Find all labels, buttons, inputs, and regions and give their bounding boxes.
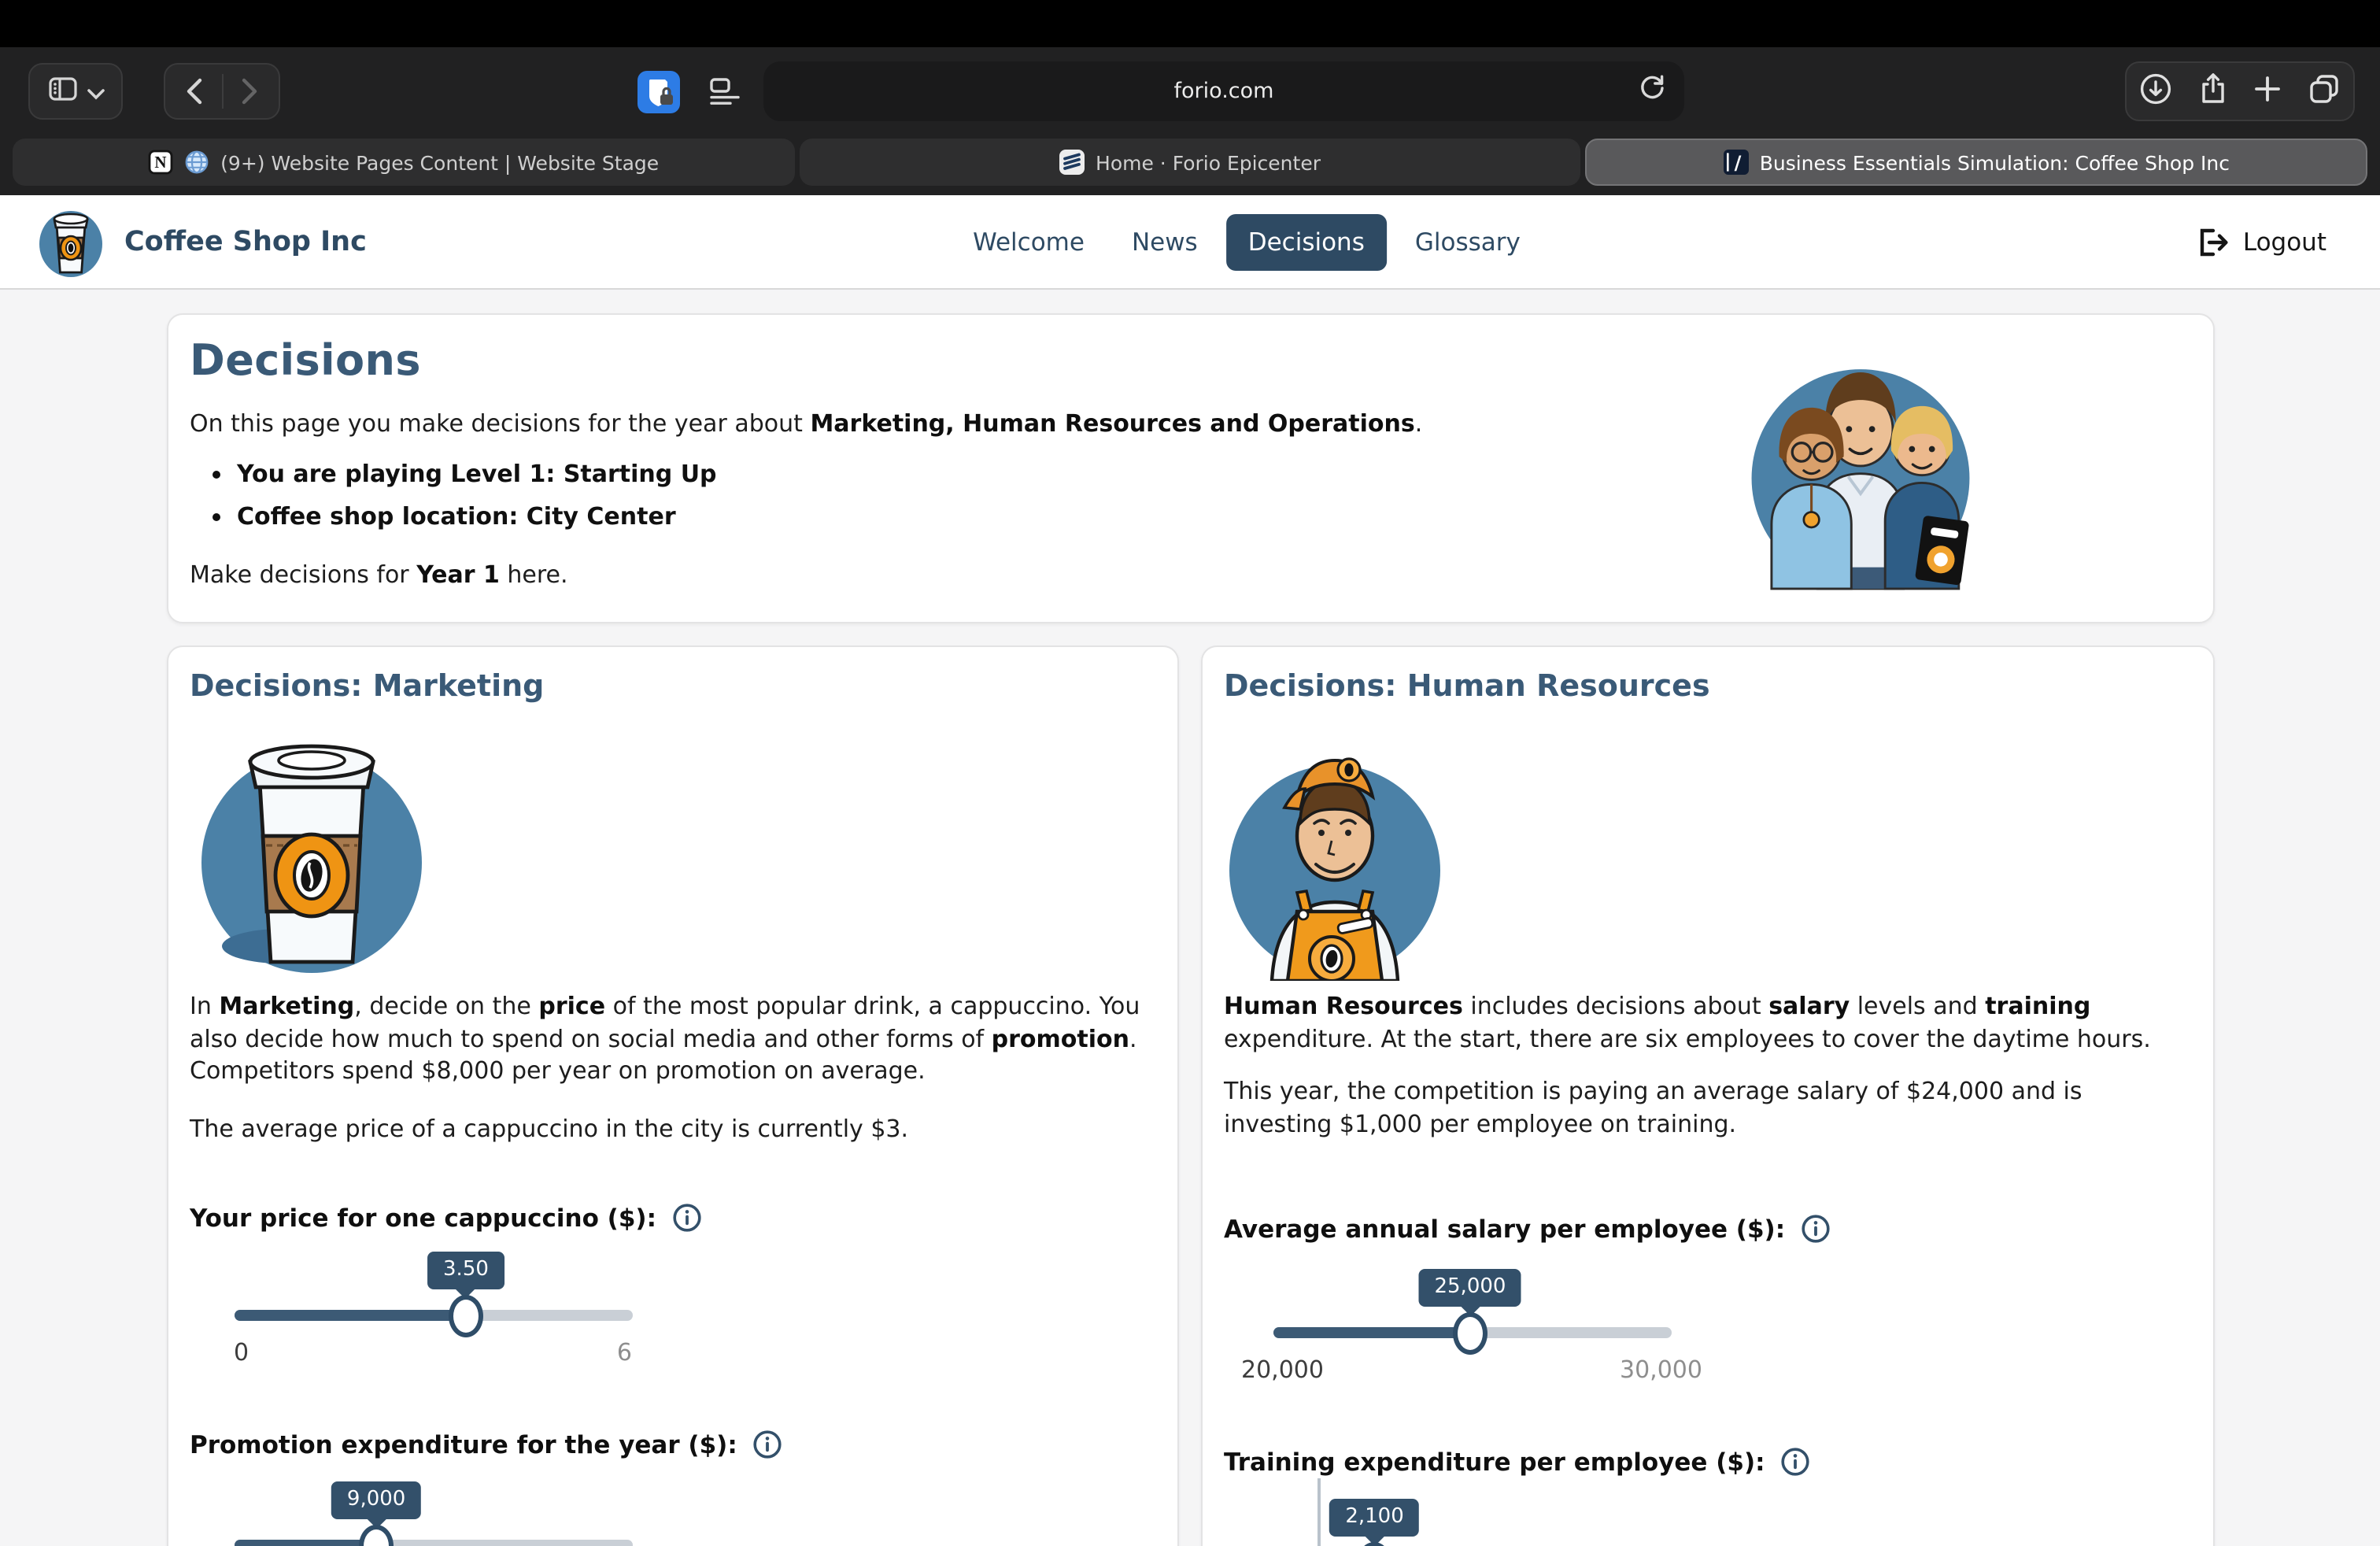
svg-text:/: / bbox=[1734, 152, 1741, 174]
tab-simulation-active[interactable]: / Business Essentials Simulation: Coffee… bbox=[1586, 139, 2367, 186]
tab-strip: N (9+) Website Pages Content | Website S… bbox=[0, 135, 2380, 195]
forio-icon bbox=[1059, 150, 1085, 175]
main-nav: Welcome News Decisions Glossary bbox=[954, 213, 1539, 270]
range-max: 6 bbox=[617, 1338, 632, 1367]
decision-cards-row: Decisions: Marketing In Marketing, decid… bbox=[166, 645, 2214, 1546]
browser-toolbar: forio.com bbox=[0, 47, 2380, 135]
macos-menubar bbox=[0, 0, 2380, 47]
forward-button[interactable] bbox=[223, 65, 279, 118]
salary-slider-thumb[interactable] bbox=[1453, 1311, 1488, 1354]
marketing-card: Decisions: Marketing In Marketing, decid… bbox=[166, 645, 1178, 1546]
slider-tooltip-row: 3.50 bbox=[234, 1252, 632, 1300]
nav-welcome[interactable]: Welcome bbox=[954, 213, 1103, 270]
logout-label: Logout bbox=[2243, 227, 2326, 256]
nav-glossary[interactable]: Glossary bbox=[1396, 213, 1539, 270]
new-tab-button[interactable] bbox=[2253, 73, 2283, 109]
price-slider-thumb[interactable] bbox=[449, 1294, 483, 1337]
screen: forio.com N (9+) Websit bbox=[0, 0, 2380, 1546]
price-label-text: Your price for one cappuccino ($): bbox=[190, 1204, 656, 1232]
logout-icon bbox=[2196, 226, 2229, 257]
marketing-paragraph-2: The average price of a cappuccino in the… bbox=[190, 1112, 1155, 1145]
range-min: 20,000 bbox=[1241, 1356, 1324, 1384]
sidebar-icon bbox=[46, 73, 78, 109]
slider-fill bbox=[1273, 1327, 1470, 1338]
salary-tooltip: 25,000 bbox=[1418, 1269, 1521, 1307]
training-label-text: Training expenditure per employee ($): bbox=[1224, 1448, 1765, 1476]
range-min: 0 bbox=[234, 1338, 249, 1367]
globe-icon bbox=[184, 150, 209, 175]
marketing-title: Decisions: Marketing bbox=[190, 669, 1155, 704]
hr-paragraph-2: This year, the competition is paying an … bbox=[1224, 1075, 2190, 1140]
price-slider-track[interactable] bbox=[234, 1310, 632, 1321]
coffee-shop-logo bbox=[38, 205, 104, 278]
promotion-label-text: Promotion expenditure for the year ($): bbox=[190, 1430, 737, 1459]
decisions-intro-card: Decisions On this page you make decision… bbox=[166, 313, 2214, 623]
info-icon[interactable] bbox=[672, 1203, 702, 1233]
slider-tooltip-row: 9,000 bbox=[234, 1481, 632, 1530]
logout-button[interactable]: Logout bbox=[2196, 226, 2326, 257]
address-bar[interactable]: forio.com bbox=[763, 61, 1684, 121]
reload-icon[interactable] bbox=[1639, 72, 1665, 110]
tab-overview-button[interactable] bbox=[2308, 72, 2341, 111]
url-text: forio.com bbox=[1174, 79, 1274, 104]
salary-slider-track[interactable] bbox=[1273, 1327, 1671, 1338]
page-body: Decisions On this page you make decision… bbox=[0, 290, 2380, 1546]
site-header: Coffee Shop Inc Welcome News Decisions G… bbox=[0, 195, 2380, 290]
hr-title: Decisions: Human Resources bbox=[1224, 669, 2190, 704]
promotion-tooltip: 9,000 bbox=[331, 1481, 421, 1519]
coffee-cup-illustration bbox=[193, 710, 429, 978]
toolbar-right-group bbox=[2125, 61, 2355, 121]
info-icon[interactable] bbox=[753, 1429, 783, 1459]
info-icon[interactable] bbox=[1781, 1447, 1811, 1477]
promotion-slider-track[interactable] bbox=[234, 1540, 632, 1546]
slider-fill bbox=[234, 1310, 466, 1321]
address-cluster: forio.com bbox=[638, 61, 1684, 121]
content-blocker-extension-icon[interactable] bbox=[638, 70, 680, 113]
tab-title: Home · Forio Epicenter bbox=[1096, 150, 1321, 174]
slider-tooltip-row: 25,000 bbox=[1273, 1269, 1671, 1318]
team-illustration bbox=[1737, 334, 1983, 595]
slider-range-labels: 20,000 30,000 bbox=[1241, 1356, 1702, 1384]
salary-label-text: Average annual salary per employee ($): bbox=[1224, 1215, 1785, 1243]
barista-illustration bbox=[1227, 710, 1447, 981]
tab-website-pages[interactable]: N (9+) Website Pages Content | Website S… bbox=[13, 139, 794, 186]
sidebar-toggle-button[interactable] bbox=[28, 63, 123, 120]
svg-text:N: N bbox=[155, 153, 167, 172]
notion-icon: N bbox=[148, 150, 173, 175]
tab-forio-home[interactable]: Home · Forio Epicenter bbox=[799, 139, 1580, 186]
page-settings-button[interactable] bbox=[708, 63, 741, 120]
training-slider: 2,100 bbox=[1273, 1499, 1671, 1546]
brand[interactable]: Coffee Shop Inc bbox=[38, 205, 367, 278]
hr-paragraph-1: Human Resources includes decisions about… bbox=[1224, 990, 2190, 1055]
slider-tooltip-row: 2,100 bbox=[1273, 1499, 1671, 1546]
share-button[interactable] bbox=[2197, 71, 2228, 112]
salary-slider: 25,000 20,000 30,000 bbox=[1273, 1269, 1671, 1384]
price-field-label: Your price for one cappuccino ($): bbox=[190, 1203, 1155, 1233]
nav-news[interactable]: News bbox=[1113, 213, 1217, 270]
tab-title: (9+) Website Pages Content | Website Sta… bbox=[220, 150, 659, 174]
downloads-button[interactable] bbox=[2139, 72, 2172, 111]
nav-decisions[interactable]: Decisions bbox=[1226, 213, 1387, 270]
slider-fill bbox=[234, 1540, 376, 1546]
training-field-label: Training expenditure per employee ($): bbox=[1224, 1447, 2190, 1477]
price-tooltip: 3.50 bbox=[427, 1252, 504, 1289]
promotion-field-label: Promotion expenditure for the year ($): bbox=[190, 1429, 1155, 1459]
marketing-paragraph-1: In Marketing, decide on the price of the… bbox=[190, 990, 1155, 1087]
slider-range-labels: 0 6 bbox=[234, 1338, 632, 1367]
promotion-slider: 9,000 bbox=[234, 1481, 632, 1546]
range-max: 30,000 bbox=[1620, 1356, 1702, 1384]
salary-field-label: Average annual salary per employee ($): bbox=[1224, 1214, 2190, 1244]
chevron-down-icon bbox=[86, 76, 105, 106]
simulation-favicon: / bbox=[1724, 150, 1749, 175]
history-nav-group bbox=[164, 63, 280, 120]
brand-name: Coffee Shop Inc bbox=[124, 226, 367, 257]
tab-title: Business Essentials Simulation: Coffee S… bbox=[1760, 150, 2230, 174]
intro-lead: On this page you make decisions for the … bbox=[190, 408, 1764, 440]
info-icon[interactable] bbox=[1801, 1214, 1831, 1244]
back-button[interactable] bbox=[165, 65, 221, 118]
training-tooltip: 2,100 bbox=[1329, 1499, 1419, 1537]
hr-card: Decisions: Human Resources bbox=[1200, 645, 2214, 1546]
price-slider: 3.50 0 6 bbox=[234, 1252, 632, 1367]
